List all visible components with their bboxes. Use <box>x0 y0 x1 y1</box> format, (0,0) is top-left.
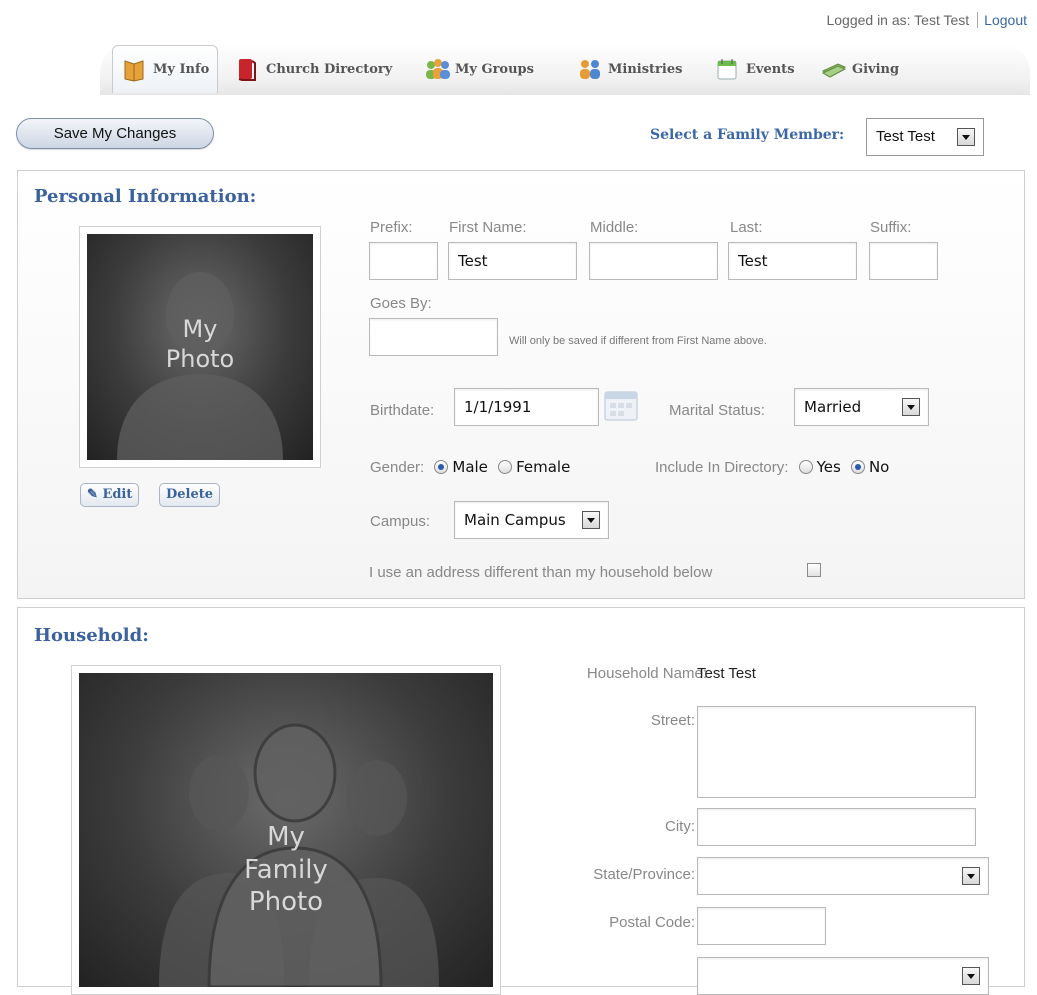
tab-label: Church Directory <box>266 61 393 77</box>
gender-female-radio[interactable] <box>498 460 513 474</box>
state-label: State/Province: <box>593 866 695 883</box>
birthdate-label: Birthdate: <box>370 402 435 419</box>
chevron-down-icon[interactable] <box>582 511 600 529</box>
logged-in-text: Logged in as: Test Test <box>826 12 970 28</box>
prefix-field[interactable] <box>369 242 438 280</box>
chevron-down-icon[interactable] <box>962 967 980 985</box>
gender-group: Gender: Male Female <box>370 458 576 476</box>
last-name-label: Last: <box>730 219 763 236</box>
last-name-field[interactable]: Test <box>728 242 857 280</box>
middle-name-field[interactable] <box>589 242 718 280</box>
my-photo[interactable]: My Photo <box>79 226 321 468</box>
first-name-field[interactable]: Test <box>448 242 577 280</box>
directory-no-radio[interactable] <box>850 460 865 474</box>
red-book-icon <box>234 56 260 82</box>
tab-label: Ministries <box>608 61 683 77</box>
photo-placeholder: My Photo <box>87 234 313 460</box>
photo-text: My <box>267 822 305 852</box>
first-name-label: First Name: <box>449 219 527 236</box>
calendar-icon[interactable] <box>604 390 638 422</box>
goes-by-label: Goes By: <box>370 295 432 312</box>
goes-by-field[interactable] <box>369 318 498 356</box>
address-different-checkbox[interactable] <box>807 563 821 577</box>
city-label: City: <box>665 818 695 835</box>
personal-info-panel: Personal Information: My Photo ✎ Edit De… <box>17 170 1025 599</box>
pencil-icon: ✎ <box>87 487 98 502</box>
directory-yes-label: Yes <box>816 458 841 476</box>
divider <box>977 12 979 28</box>
household-name-value: Test Test <box>697 665 756 682</box>
directory-label: Include In Directory: <box>655 459 789 476</box>
family-photo-placeholder: My Family Photo <box>79 673 493 987</box>
chevron-down-icon[interactable] <box>962 867 980 885</box>
logout-link[interactable]: Logout <box>984 12 1027 28</box>
tab-giving[interactable]: Giving <box>820 45 899 93</box>
family-photo[interactable]: My Family Photo <box>71 665 501 995</box>
photo-text: Photo <box>248 887 324 917</box>
tab-label: My Info <box>153 62 210 77</box>
photo-text: Photo <box>165 345 235 373</box>
suffix-label: Suffix: <box>870 219 912 236</box>
street-field[interactable] <box>697 706 976 798</box>
gender-male-label: Male <box>452 458 488 476</box>
chevron-down-icon[interactable] <box>957 128 975 146</box>
household-name-label: Household Name: <box>586 665 707 682</box>
marital-status-value: Married <box>804 398 862 416</box>
gender-female-label: Female <box>516 458 571 476</box>
delete-photo-button[interactable]: Delete <box>159 483 221 507</box>
state-select[interactable] <box>697 857 989 895</box>
edit-photo-button[interactable]: ✎ Edit <box>80 483 140 507</box>
campus-value: Main Campus <box>464 511 566 529</box>
family-member-value: Test Test <box>876 128 935 145</box>
personal-info-title: Personal Information: <box>34 186 257 207</box>
directory-no-label: No <box>868 458 890 476</box>
directory-yes-radio[interactable] <box>798 460 813 474</box>
tab-my-groups[interactable]: My Groups <box>423 45 534 93</box>
chevron-down-icon[interactable] <box>902 398 920 416</box>
country-select[interactable] <box>697 957 989 995</box>
gender-male-radio[interactable] <box>434 460 449 474</box>
tab-label: Events <box>746 61 795 77</box>
postal-code-label: Postal Code: <box>609 914 695 931</box>
city-field[interactable] <box>697 808 976 846</box>
marital-status-select[interactable]: Married <box>794 388 929 426</box>
book-icon <box>121 57 147 83</box>
people-group-icon <box>423 56 450 82</box>
tab-label: My Groups <box>455 61 534 77</box>
tab-ministries[interactable]: Ministries <box>576 45 682 93</box>
photo-text: My <box>182 315 218 343</box>
middle-name-label: Middle: <box>590 219 639 236</box>
tab-church-directory[interactable]: Church Directory <box>234 45 392 93</box>
save-button[interactable]: Save My Changes <box>16 118 214 149</box>
prefix-label: Prefix: <box>370 219 413 236</box>
edit-label: Edit <box>102 487 133 502</box>
ministries-people-icon <box>576 56 602 82</box>
tab-my-info[interactable]: My Info <box>112 45 219 93</box>
family-member-select[interactable]: Test Test <box>866 118 984 156</box>
calendar-icon <box>714 56 740 82</box>
household-panel: Household: My Family Photo Household Nam… <box>17 607 1025 995</box>
gender-label: Gender: <box>370 459 425 476</box>
goes-by-note: Will only be saved if different from Fir… <box>509 335 767 347</box>
money-icon <box>820 56 847 82</box>
tab-label: Giving <box>852 61 900 77</box>
postal-code-field[interactable] <box>697 907 826 945</box>
street-label: Street: <box>650 712 695 729</box>
family-member-label: Select a Family Member: <box>650 127 845 143</box>
photo-text: Family <box>244 854 328 885</box>
directory-group: Include In Directory: Yes No <box>655 458 895 476</box>
account-bar: Logged in as: Test Test Logout <box>826 12 1027 28</box>
address-different-label: I use an address different than my house… <box>369 564 713 581</box>
campus-select[interactable]: Main Campus <box>454 501 609 539</box>
birthdate-field[interactable]: 1/1/1991 <box>454 388 599 426</box>
suffix-field[interactable] <box>869 242 938 280</box>
tab-events[interactable]: Events <box>714 45 795 93</box>
marital-status-label: Marital Status: <box>669 402 765 419</box>
campus-label: Campus: <box>370 513 431 530</box>
household-title: Household: <box>34 625 149 646</box>
